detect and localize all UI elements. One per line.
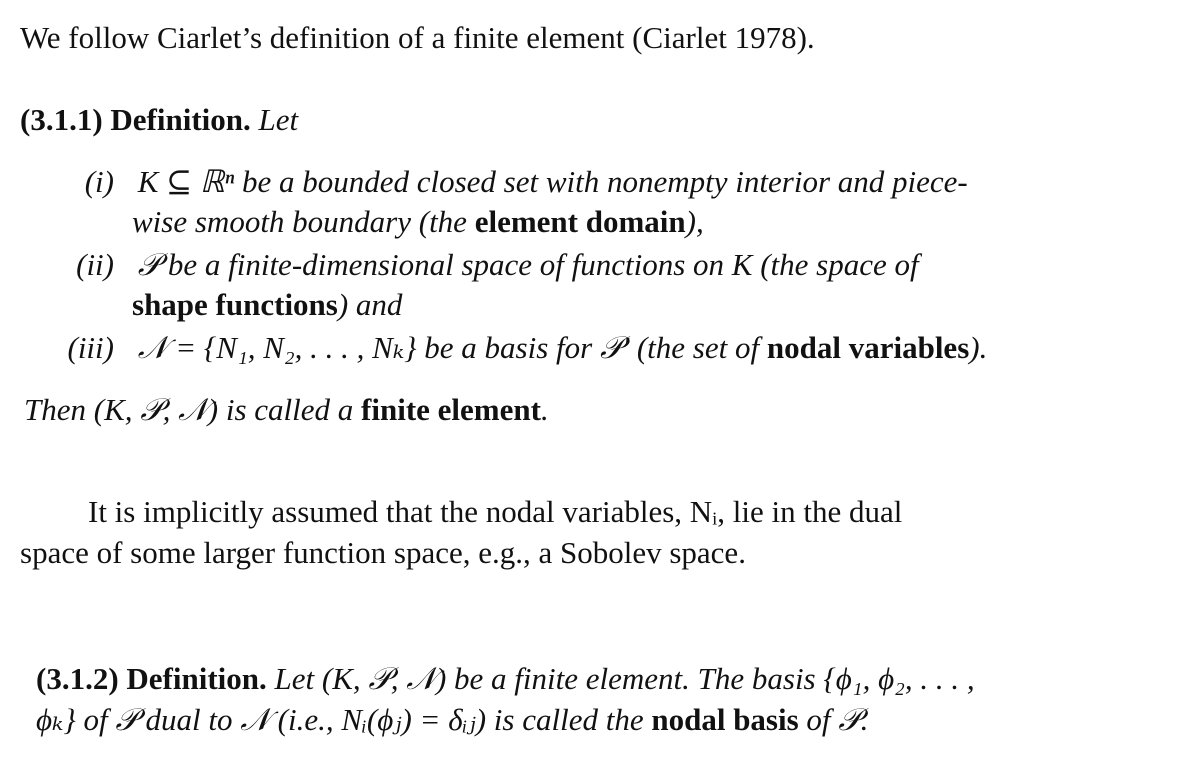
- intro-sentence: We follow Ciarlet’s definition of a fini…: [20, 18, 815, 58]
- definition-number: (3.1.2): [36, 661, 119, 696]
- intro-text: We follow Ciarlet’s definition of a fini…: [20, 20, 815, 55]
- definition-text: Let (K, 𝒫, 𝒩) be a finite element. The b…: [274, 661, 975, 696]
- definition-number: (3.1.1): [20, 102, 103, 137]
- definition-text: ϕₖ} of 𝒫 dual to 𝒩 (i.e., Nᵢ(ϕⱼ) = δᵢⱼ) …: [36, 702, 652, 737]
- item-text: wise smooth boundary (the: [132, 204, 475, 239]
- definition-item-iii: (iii) 𝒩 = {N₁, N₂, . . . , Nₖ} be a basi…: [48, 328, 988, 368]
- definition-3-1-2-heading: (3.1.2) Definition. Let (K, 𝒫, 𝒩) be a f…: [36, 659, 975, 699]
- item-text: 𝒩 = {N₁, N₂, . . . , Nₖ} be a basis for …: [137, 330, 767, 365]
- definition-3-1-2-continued: ϕₖ} of 𝒫 dual to 𝒩 (i.e., Nᵢ(ϕⱼ) = δᵢⱼ) …: [36, 700, 868, 740]
- remark-text: It is implicitly assumed that the nodal …: [88, 494, 903, 529]
- definition-item-i: (i) K ⊆ ℝⁿ be a bounded closed set with …: [74, 162, 968, 202]
- definition-conclusion: Then (K, 𝒫, 𝒩) is called a finite elemen…: [24, 390, 549, 430]
- definition-lead: Let: [258, 102, 299, 137]
- item-label: (i): [84, 164, 114, 199]
- definition-item-ii: (ii) 𝒫 be a finite-dimensional space of …: [60, 245, 919, 285]
- conclusion-text: Then (K, 𝒫, 𝒩) is called a: [24, 392, 362, 427]
- remark-line-2: space of some larger function space, e.g…: [20, 533, 746, 573]
- remark-text: space of some larger function space, e.g…: [20, 535, 746, 570]
- document-page: We follow Ciarlet’s definition of a fini…: [0, 0, 1185, 764]
- item-text: 𝒫 be a finite-dimensional space of funct…: [137, 247, 919, 282]
- definition-3-1-1-heading: (3.1.1) Definition. Let: [20, 100, 298, 140]
- conclusion-text: .: [540, 392, 549, 427]
- item-text: ).: [969, 330, 988, 365]
- item-text: ),: [685, 204, 704, 239]
- defined-term-element-domain: element domain: [474, 204, 686, 239]
- item-text: ) and: [337, 287, 403, 322]
- defined-term-shape-functions: shape functions: [132, 287, 338, 322]
- item-text: K ⊆ ℝⁿ be a bounded closed set with none…: [137, 164, 968, 199]
- definition-item-i-continued: wise smooth boundary (the element domain…: [132, 202, 704, 242]
- definition-item-ii-continued: shape functions) and: [132, 285, 402, 325]
- definition-title: Definition.: [126, 661, 267, 696]
- item-label: (iii): [67, 330, 115, 365]
- definition-title: Definition.: [110, 102, 251, 137]
- remark-line-1: It is implicitly assumed that the nodal …: [88, 492, 902, 532]
- defined-term-finite-element: finite element: [361, 392, 541, 427]
- defined-term-nodal-variables: nodal variables: [766, 330, 970, 365]
- defined-term-nodal-basis: nodal basis: [651, 702, 799, 737]
- definition-text: of 𝒫.: [798, 702, 869, 737]
- item-label: (ii): [76, 247, 114, 282]
